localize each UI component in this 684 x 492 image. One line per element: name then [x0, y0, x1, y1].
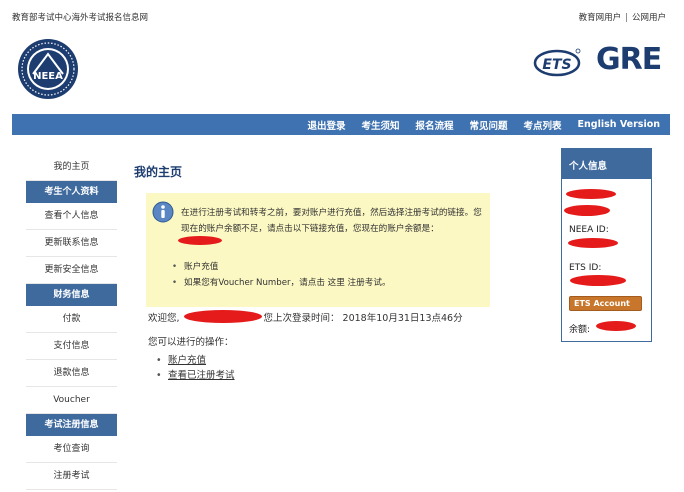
op-item: 账户充值	[156, 353, 235, 368]
nav-test-centers[interactable]: 考点列表	[524, 118, 562, 132]
op-recharge-link[interactable]: 账户充值	[168, 355, 206, 366]
edu-network-user-link[interactable]: 教育网用户	[579, 13, 622, 23]
public-network-user-link[interactable]: 公网用户	[632, 13, 666, 23]
nav-candidate-notice[interactable]: 考生须知	[361, 118, 399, 132]
sidebar-item-register-test[interactable]: 注册考试	[26, 463, 117, 490]
sidebar: 我的主页 考生个人资料 查看个人信息 更新联系信息 更新安全信息 财务信息 付款…	[26, 154, 117, 490]
sidebar-item-payment[interactable]: 付款	[26, 306, 117, 333]
redacted-balance	[178, 236, 222, 245]
gre-logo: GRE	[596, 42, 662, 77]
notice-list: 账户充值 如果您有Voucher Number，请点击 这里 注册考试。	[172, 259, 391, 291]
nav-registration-process[interactable]: 报名流程	[416, 118, 454, 132]
last-login-time: 您上次登录时间： 2018年10月31日13点46分	[263, 313, 463, 324]
nav-logout[interactable]: 退出登录	[307, 118, 345, 132]
sidebar-header-profile: 考生个人资料	[26, 181, 117, 203]
personal-info-title: 个人信息	[562, 149, 651, 179]
sidebar-item-refund-info[interactable]: 退款信息	[26, 360, 117, 387]
ets-logo: ETS	[533, 48, 581, 77]
top-links: 教育网用户 | 公网用户	[579, 11, 666, 23]
top-links-separator: |	[625, 13, 628, 23]
ets-logo-text: ETS	[542, 57, 571, 73]
ets-id-label: ETS ID:	[569, 263, 602, 273]
welcome-prefix: 欢迎您,	[148, 313, 180, 324]
sidebar-item-view-profile[interactable]: 查看个人信息	[26, 203, 117, 230]
notice-text: 在进行注册考试和转考之前，要对账户进行充值，然后选择注册考试的链接。您现在的账户…	[181, 208, 482, 234]
sidebar-item-seat-search[interactable]: 考位查询	[26, 436, 117, 463]
sidebar-item-update-security[interactable]: 更新安全信息	[26, 257, 117, 284]
op-item: 查看已注册考试	[156, 368, 235, 383]
main-nav: 退出登录 考生须知 报名流程 常见问题 考点列表 English Version	[12, 114, 670, 135]
redacted-ets-id	[570, 275, 626, 286]
personal-info-panel: 个人信息 NEEA ID: ETS ID: ETS Account 余额:	[561, 148, 652, 342]
op-view-registered-link[interactable]: 查看已注册考试	[168, 370, 235, 381]
neea-id-label: NEEA ID:	[569, 225, 609, 235]
redacted-username	[184, 310, 262, 323]
nav-english-version[interactable]: English Version	[578, 119, 660, 130]
nav-faq[interactable]: 常见问题	[470, 118, 508, 132]
neea-logo: NEEA	[18, 39, 78, 99]
sidebar-item-update-contact[interactable]: 更新联系信息	[26, 230, 117, 257]
ets-account-button[interactable]: ETS Account	[569, 296, 642, 311]
neea-logo-text: NEEA	[33, 71, 63, 82]
sidebar-header-registration: 考试注册信息	[26, 414, 117, 436]
redacted-candidate-name-2	[564, 205, 610, 216]
notice-item-voucher[interactable]: 如果您有Voucher Number，请点击 这里 注册考试。	[172, 275, 391, 291]
top-bar: 教育部考试中心海外考试报名信息网 教育网用户 | 公网用户	[0, 0, 684, 23]
available-ops-list: 账户充值 查看已注册考试	[156, 353, 235, 383]
sidebar-item-voucher[interactable]: Voucher	[26, 387, 117, 414]
balance-label: 余额:	[569, 325, 591, 335]
info-icon	[152, 201, 174, 223]
notice-box: 在进行注册考试和转考之前，要对账户进行充值，然后选择注册考试的链接。您现在的账户…	[146, 193, 490, 307]
redacted-candidate-name	[566, 189, 616, 199]
redacted-balance-value	[596, 321, 636, 331]
notice-item-recharge[interactable]: 账户充值	[172, 259, 391, 275]
redacted-neea-id	[568, 238, 618, 248]
available-ops-label: 您可以进行的操作：	[148, 337, 234, 348]
page-title: 我的主页	[134, 165, 183, 179]
site-name: 教育部考试中心海外考试报名信息网	[12, 13, 149, 23]
sidebar-item-my-home[interactable]: 我的主页	[26, 154, 117, 181]
sidebar-header-finance: 财务信息	[26, 284, 117, 306]
sidebar-item-payment-info[interactable]: 支付信息	[26, 333, 117, 360]
